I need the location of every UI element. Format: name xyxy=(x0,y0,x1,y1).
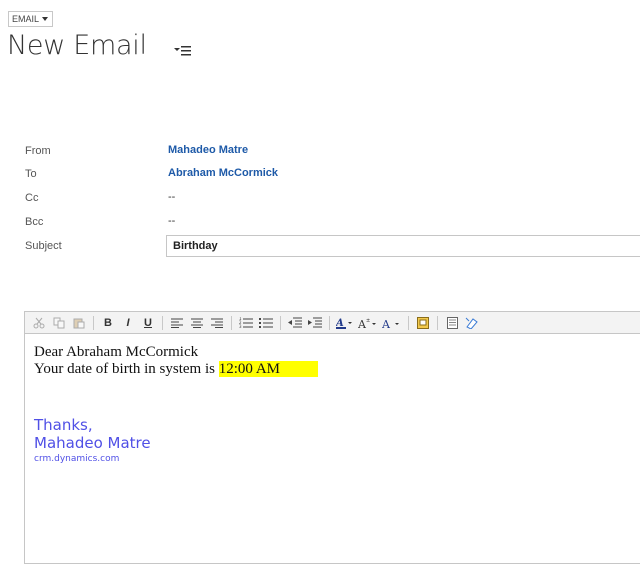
email-body-editor[interactable]: B I U 123 A A ± A Dear Abraham McCormick… xyxy=(24,311,640,564)
dob-line-prefix: Your date of birth in system is xyxy=(34,361,219,377)
cc-label: Cc xyxy=(25,192,39,204)
bcc-field[interactable]: -- xyxy=(168,215,175,227)
increase-indent-icon[interactable] xyxy=(305,314,325,332)
clear-format-icon[interactable] xyxy=(462,314,482,332)
chevron-down-icon xyxy=(42,17,49,21)
svg-text:±: ± xyxy=(366,318,370,324)
insert-image-icon[interactable] xyxy=(413,314,433,332)
subject-label: Subject xyxy=(25,240,62,252)
to-label: To xyxy=(25,168,37,180)
toolbar-divider xyxy=(437,315,438,330)
signature-thanks: Thanks, xyxy=(34,416,93,434)
align-right-icon[interactable] xyxy=(207,314,227,332)
page-title: New Email xyxy=(7,30,147,61)
svg-text:3: 3 xyxy=(239,324,242,328)
to-value[interactable]: Abraham McCormick xyxy=(168,167,278,179)
align-center-icon[interactable] xyxy=(187,314,207,332)
decrease-indent-icon[interactable] xyxy=(285,314,305,332)
dob-line: Your date of birth in system is 12:00 AM xyxy=(34,361,318,378)
signature-block: Thanks, Mahadeo Matre xyxy=(34,416,151,452)
form-menu-icon[interactable] xyxy=(174,44,191,58)
underline-button[interactable]: U xyxy=(138,314,158,332)
toolbar-divider xyxy=(329,315,330,330)
signature-name: Mahadeo Matre xyxy=(34,434,151,452)
bcc-label: Bcc xyxy=(25,216,44,228)
from-value[interactable]: Mahadeo Matre xyxy=(168,144,248,156)
cc-field[interactable]: -- xyxy=(168,191,175,203)
subject-input[interactable] xyxy=(166,235,640,257)
dob-value-highlight: 12:00 AM xyxy=(218,361,318,377)
copy-icon[interactable] xyxy=(49,314,69,332)
toolbar-divider xyxy=(408,315,409,330)
html-source-icon[interactable] xyxy=(442,314,462,332)
toolbar-divider xyxy=(280,315,281,330)
editor-toolbar: B I U 123 A A ± A xyxy=(25,312,640,334)
entity-type-dropdown[interactable]: EMAIL xyxy=(8,11,54,27)
email-body-content: Dear Abraham McCormick Your date of birt… xyxy=(34,344,318,378)
signature-website: crm.dynamics.com xyxy=(34,454,120,464)
entity-type-label: EMAIL xyxy=(12,14,40,24)
bold-button[interactable]: B xyxy=(98,314,118,332)
cut-icon[interactable] xyxy=(29,314,49,332)
svg-text:A: A xyxy=(382,318,391,329)
bulleted-list-icon[interactable] xyxy=(256,314,276,332)
greeting-line: Dear Abraham McCormick xyxy=(34,344,199,360)
font-color-icon[interactable]: A xyxy=(380,314,404,332)
numbered-list-icon[interactable]: 123 xyxy=(236,314,256,332)
italic-button[interactable]: I xyxy=(118,314,138,332)
toolbar-divider xyxy=(162,315,163,330)
highlight-color-icon[interactable]: A xyxy=(334,314,356,332)
paste-icon[interactable] xyxy=(69,314,89,332)
from-label: From xyxy=(25,145,51,157)
toolbar-divider xyxy=(231,315,232,330)
font-size-icon[interactable]: A ± xyxy=(356,314,380,332)
toolbar-divider xyxy=(93,315,94,330)
align-left-icon[interactable] xyxy=(167,314,187,332)
